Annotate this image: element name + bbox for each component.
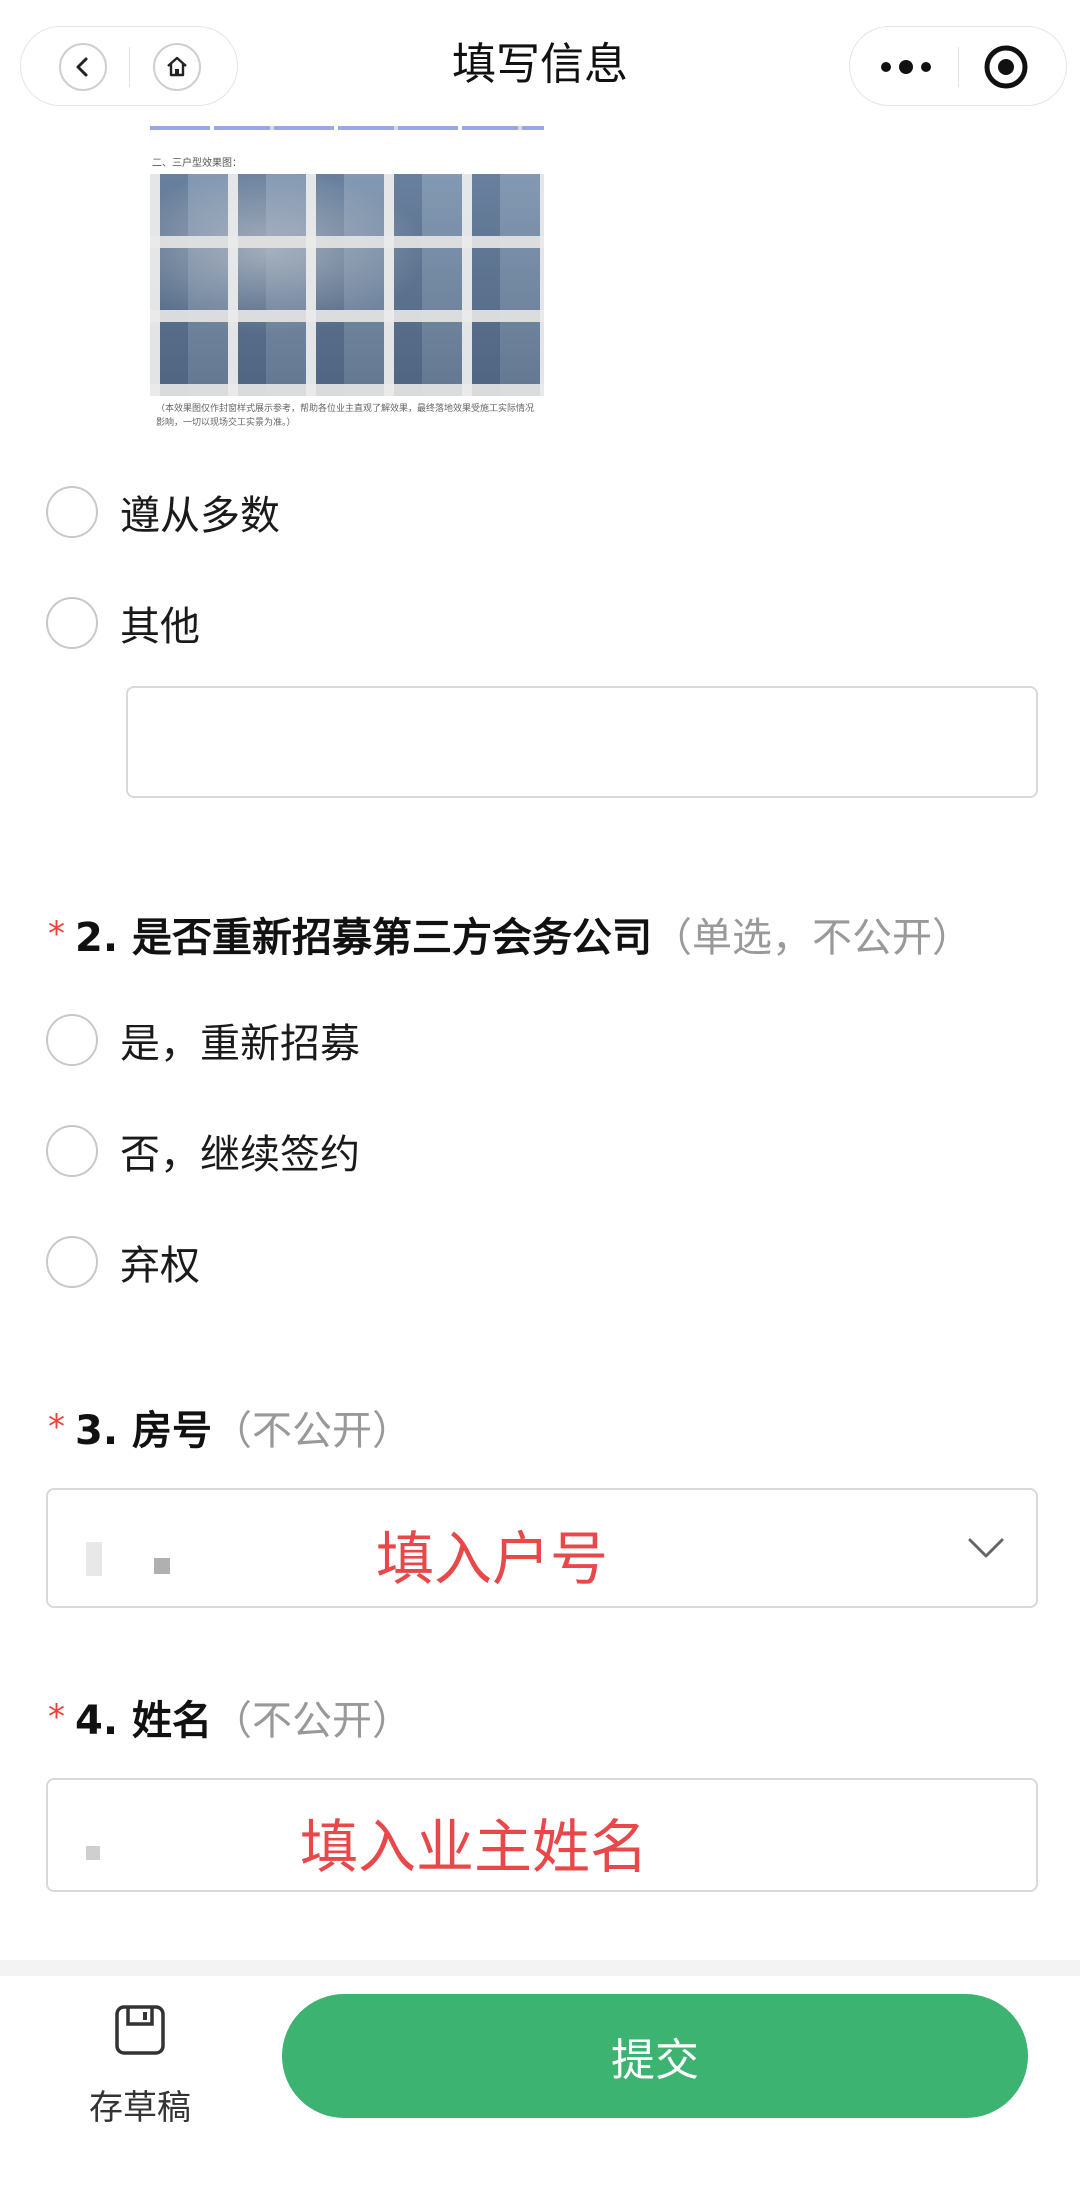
submit-label: 提交 [611, 2035, 699, 2086]
save-draft-button[interactable]: 存草稿 [60, 2000, 220, 2130]
radio-option-recruit[interactable]: 是，重新招募 [46, 1010, 360, 1070]
question-text: 4. 姓名 [75, 1698, 212, 1744]
required-mark: * [48, 1697, 65, 1737]
radio-label: 其他 [120, 604, 200, 650]
radio-circle[interactable] [46, 486, 98, 538]
target-icon [984, 45, 1028, 89]
more-dots-icon [881, 60, 931, 74]
save-draft-label: 存草稿 [89, 2088, 191, 2128]
save-disk-icon [115, 2005, 165, 2055]
radio-option-other[interactable]: 其他 [46, 593, 200, 653]
question-text: 3. 房号 [75, 1408, 212, 1454]
radio-label: 是，重新招募 [120, 1021, 360, 1067]
radio-circle[interactable] [46, 1014, 98, 1066]
building-photo [150, 174, 544, 396]
radio-circle[interactable] [46, 597, 98, 649]
room-number-annotation: 填入户号 [376, 1525, 609, 1593]
radio-label: 否，继续签约 [120, 1132, 360, 1178]
image-caption: 二、三户型效果图： [152, 158, 242, 169]
more-button[interactable] [868, 39, 944, 95]
owner-name-annotation: 填入业主姓名 [300, 1813, 649, 1881]
question-hint: （不公开） [211, 1408, 412, 1454]
required-mark: * [48, 1407, 65, 1447]
question-hint: （不公开） [211, 1698, 412, 1744]
submit-button[interactable]: 提交 [282, 1994, 1028, 2118]
required-mark: * [48, 914, 65, 954]
close-miniprogram-button[interactable] [982, 43, 1030, 91]
bottom-separator [0, 1960, 1080, 1976]
radio-option-abstain[interactable]: 弃权 [46, 1232, 200, 1292]
question-2-title: * 2. 是否重新招募第三方会务公司（单选，不公开） [48, 905, 972, 963]
question-text: 2. 是否重新招募第三方会务公司 [75, 915, 652, 961]
radio-option-continue[interactable]: 否，继续签约 [46, 1121, 360, 1181]
capsule-divider-right [958, 47, 959, 87]
image-note: （本效果图仅作封窗样式展示参考，帮助各位业主直观了解效果，最终落地效果受施工实际… [156, 404, 535, 428]
redacted-value [154, 1558, 170, 1574]
radio-option-follow-majority[interactable]: 遵从多数 [46, 482, 280, 542]
question-hint: （单选，不公开） [651, 915, 972, 961]
question-3-title: * 3. 房号（不公开） [48, 1398, 412, 1456]
question-4-title: * 4. 姓名（不公开） [48, 1688, 412, 1746]
chevron-down-icon [968, 1538, 1004, 1558]
nav-bar: 填写信息 [0, 0, 1080, 126]
redacted-value [86, 1542, 102, 1576]
radio-label: 弃权 [120, 1243, 200, 1289]
radio-label: 遵从多数 [120, 493, 280, 539]
other-text-input[interactable] [126, 686, 1038, 798]
radio-circle[interactable] [46, 1125, 98, 1177]
radio-circle[interactable] [46, 1236, 98, 1288]
window-effect-image: 二、三户型效果图： （本效果图仅作封窗样式展示参考，帮助各位业主直观了解效果，最… [150, 120, 544, 438]
nav-capsule-right [849, 26, 1067, 106]
redacted-value [86, 1846, 100, 1860]
